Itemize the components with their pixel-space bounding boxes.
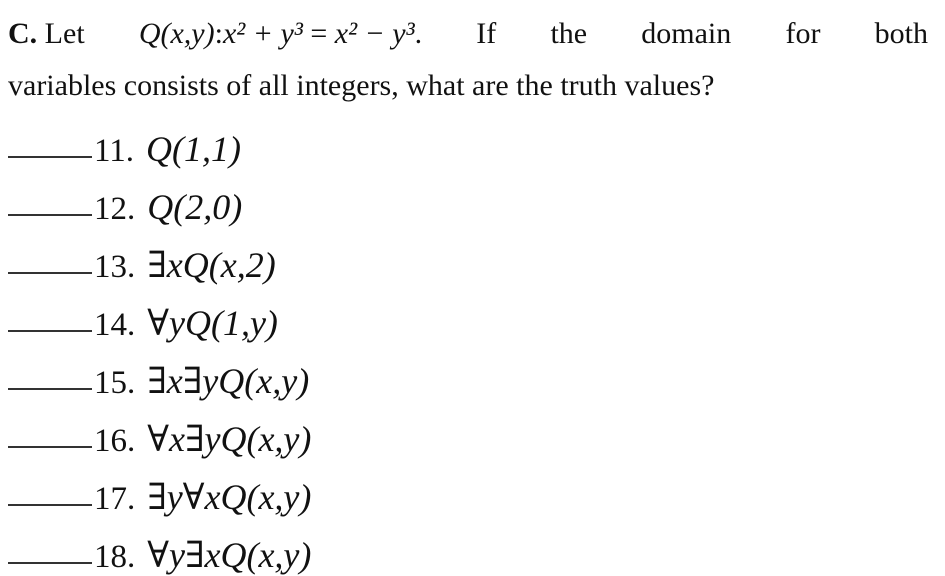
answer-blank[interactable] [8,156,92,158]
equation-rhs: x² − y³ [334,17,415,50]
question-expression: ∀x∃yQ(x,y) [147,419,312,459]
question-item: 16. ∀x∃yQ(x,y) [8,402,311,460]
question-item: 13. ∃xQ(x,2) [8,228,311,286]
question-item: 17. ∃y∀xQ(x,y) [8,460,311,518]
question-item: 11. Q(1,1) [8,112,311,170]
question-item: 15. ∃x∃yQ(x,y) [8,344,311,402]
question-expression: ∃x∃yQ(x,y) [147,361,310,401]
question-number: 16. [94,423,136,459]
question-expression: ∃y∀xQ(x,y) [147,477,312,517]
predicate: Q(x,y) [138,17,215,50]
question-item: 14. ∀yQ(1,y) [8,286,311,344]
answer-blank[interactable] [8,330,92,332]
question-number: 13. [94,249,136,285]
question-number: 17. [94,481,136,517]
question-expression: Q(1,1) [146,129,242,169]
answer-blank[interactable] [8,446,92,448]
question-item: 12. Q(2,0) [8,170,311,228]
question-expression: ∀y∃xQ(x,y) [147,535,312,575]
question-expression: ∃xQ(x,2) [147,245,276,285]
problem-line-2: variables consists of all integers, what… [8,69,715,102]
problem-line-1: C. Let Q(x,y):x² + y³ = x² − y³. If the … [8,8,928,60]
problem-statement: C. Let Q(x,y):x² + y³ = x² − y³. If the … [8,8,928,112]
question-number: 15. [94,365,136,401]
equation-lhs: x² + y³ [222,17,303,50]
answer-blank[interactable] [8,388,92,390]
word-both: both [874,17,928,50]
problem-label: C. Let [8,17,85,50]
question-number: 14. [94,307,136,343]
question-expression: ∀yQ(1,y) [147,303,278,343]
answer-blank[interactable] [8,504,92,506]
word-for: for [785,17,821,50]
question-number: 12. [94,191,136,227]
question-list: 11. Q(1,1) 12. Q(2,0) 13. ∃xQ(x,2) 14. ∀… [8,112,311,576]
predicate-definition: Q(x,y):x² + y³ = x² − y³. [138,17,423,50]
question-number: 18. [94,539,136,575]
question-expression: Q(2,0) [147,187,243,227]
answer-blank[interactable] [8,562,92,564]
word-if: If [476,17,497,50]
question-item: 18. ∀y∃xQ(x,y) [8,518,311,576]
word-domain: domain [641,17,732,50]
answer-blank[interactable] [8,272,92,274]
word-the: the [550,17,588,50]
question-number: 11. [94,133,135,169]
answer-blank[interactable] [8,214,92,216]
